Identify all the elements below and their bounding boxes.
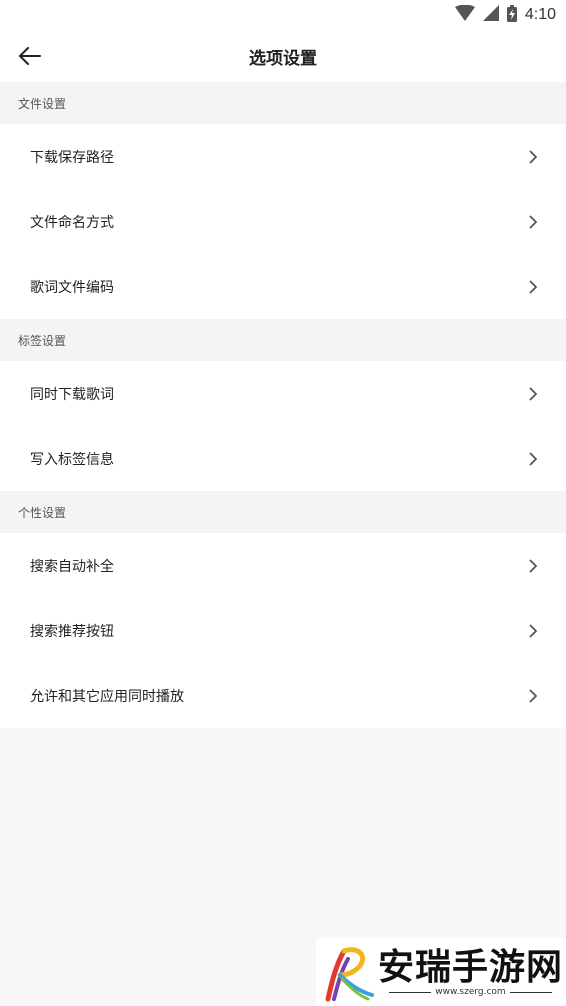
chevron-right-icon [526, 688, 540, 703]
list-item-label: 搜索自动补全 [30, 558, 114, 575]
page-title: 选项设置 [249, 48, 317, 69]
chevron-right-icon [526, 279, 540, 294]
chevron-right-icon [526, 149, 540, 164]
status-time: 4:10 [524, 6, 556, 23]
chevron-right-icon [526, 214, 540, 229]
app-bar: 选项设置 [0, 30, 566, 82]
divider [509, 991, 552, 993]
watermark: 安瑞手游网 www.szerg.com [316, 938, 566, 1006]
section-header-personal: 个性设置 [0, 491, 566, 533]
section-header-file: 文件设置 [0, 82, 566, 124]
list-item-file-naming[interactable]: 文件命名方式 [0, 189, 566, 254]
list-item-download-path[interactable]: 下载保存路径 [0, 124, 566, 189]
list-item-label: 下载保存路径 [30, 149, 114, 166]
list-item-label: 文件命名方式 [30, 214, 114, 231]
divider [389, 991, 432, 993]
list-item-label: 搜索推荐按钮 [30, 623, 114, 640]
battery-charging-icon [506, 4, 517, 26]
list-item-label: 同时下载歌词 [30, 386, 114, 403]
list-item-search-recommend[interactable]: 搜索推荐按钮 [0, 598, 566, 663]
chevron-right-icon [526, 451, 540, 466]
back-button[interactable] [14, 40, 46, 72]
list-item-label: 允许和其它应用同时播放 [30, 688, 184, 705]
watermark-title: 安瑞手游网 [378, 946, 564, 988]
list-item-label: 歌词文件编码 [30, 279, 114, 296]
list-item-concurrent-playback[interactable]: 允许和其它应用同时播放 [0, 663, 566, 728]
chevron-right-icon [526, 623, 540, 638]
list-item-download-lyrics[interactable]: 同时下载歌词 [0, 361, 566, 426]
watermark-url: www.szerg.com [435, 987, 506, 997]
list-item-label: 写入标签信息 [30, 451, 114, 468]
list-item-lyrics-encoding[interactable]: 歌词文件编码 [0, 254, 566, 319]
list-item-search-autocomplete[interactable]: 搜索自动补全 [0, 533, 566, 598]
list-item-write-tags[interactable]: 写入标签信息 [0, 426, 566, 491]
watermark-logo [325, 947, 374, 1002]
arrow-left-icon [19, 47, 41, 65]
wifi-icon [454, 4, 475, 25]
status-bar: 4:10 [0, 0, 566, 30]
watermark-url-row: www.szerg.com [389, 987, 552, 997]
chevron-right-icon [526, 386, 540, 401]
section-header-tags: 标签设置 [0, 319, 566, 361]
cell-signal-icon [482, 5, 499, 25]
chevron-right-icon [526, 558, 540, 573]
